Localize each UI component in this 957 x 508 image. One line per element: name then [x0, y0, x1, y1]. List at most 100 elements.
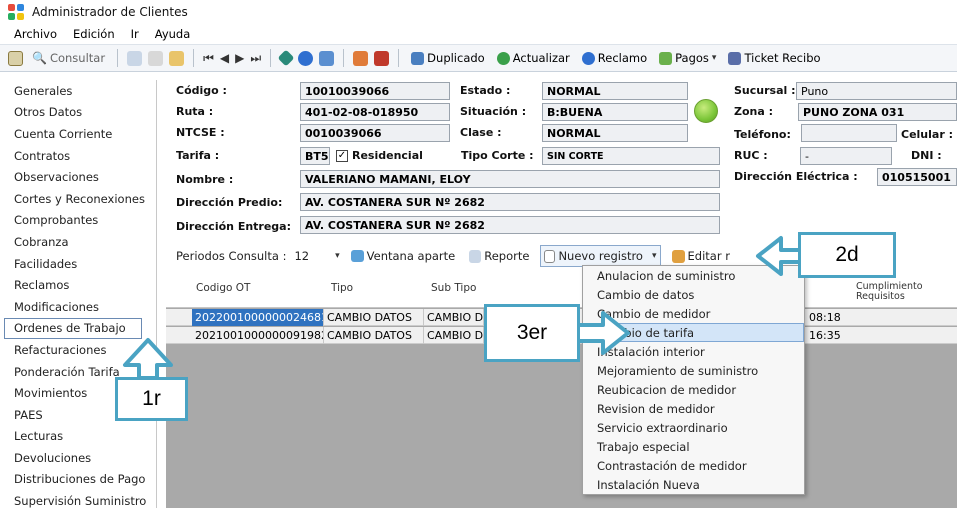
- nombre-label: Nombre :: [176, 173, 234, 186]
- sidebar-item-cobranza[interactable]: Cobranza: [0, 231, 156, 253]
- callout-1r-text: 1r: [142, 387, 161, 410]
- sidebar-item-observaciones[interactable]: Observaciones: [0, 166, 156, 188]
- cell-tipo[interactable]: CAMBIO DATOS: [324, 309, 424, 326]
- editar-button[interactable]: Editar r: [669, 245, 733, 267]
- sidebar-item-lecturas[interactable]: Lecturas: [0, 426, 156, 448]
- cell-sub-tipo[interactable]: CAMBIO D: [424, 309, 484, 326]
- menu-ir[interactable]: Ir: [131, 27, 139, 41]
- menu-item-mejoramiento[interactable]: Mejoramiento de suministro: [583, 361, 804, 380]
- menu-item-contrastacion[interactable]: Contrastación de medidor: [583, 456, 804, 475]
- cell-hora[interactable]: 16:35: [806, 327, 846, 344]
- last-record-icon[interactable]: ⏭: [250, 51, 261, 66]
- sidebar-item-ordenes-de-trabajo[interactable]: Ordenes de Trabajo: [4, 317, 142, 340]
- reclamo-button[interactable]: Reclamo: [579, 47, 650, 69]
- search-icon: 🔍: [32, 51, 47, 65]
- sidebar-item-contratos[interactable]: Contratos: [0, 145, 156, 167]
- sidebar-item-supervision[interactable]: Supervisión Suministro: [0, 490, 156, 508]
- periodos-chevron-down-icon[interactable]: ▾: [335, 251, 340, 261]
- sidebar-item-comprobantes[interactable]: Comprobantes: [0, 210, 156, 232]
- clase-field[interactable]: NORMAL: [542, 124, 688, 142]
- menu-item-instalacion-nueva[interactable]: Instalación Nueva: [583, 475, 804, 494]
- ruc-field[interactable]: -: [800, 147, 892, 165]
- menu-item-instalacion-interior[interactable]: Instalación interior: [583, 342, 804, 361]
- ruta-field[interactable]: 401-02-08-018950: [300, 103, 450, 121]
- paste-icon[interactable]: [169, 50, 185, 66]
- pagos-button[interactable]: Pagos ▾: [656, 47, 719, 69]
- estado-field[interactable]: NORMAL: [542, 82, 688, 100]
- menu-item-trabajo-especial[interactable]: Trabajo especial: [583, 437, 804, 456]
- celular-label: Celular :: [901, 128, 953, 141]
- sidebar-item-generales[interactable]: Generales: [0, 80, 156, 102]
- sidebar-item-facilidades[interactable]: Facilidades: [0, 253, 156, 275]
- zona-field[interactable]: PUNO ZONA 031: [798, 103, 957, 121]
- header-codigo-ot[interactable]: Codigo OT: [196, 282, 250, 294]
- telefono-field[interactable]: [801, 124, 897, 142]
- tag-icon[interactable]: [277, 49, 295, 67]
- sidebar-item-reclamos[interactable]: Reclamos: [0, 274, 156, 296]
- menu-item-cambio-tarifa[interactable]: Cambio de tarifa: [583, 323, 804, 342]
- sidebar-item-otros-datos[interactable]: Otros Datos: [0, 102, 156, 124]
- ntcse-field[interactable]: 0010039066: [300, 124, 450, 142]
- tarifa-field[interactable]: BT5: [300, 147, 330, 165]
- header-cumplimiento[interactable]: Cumplimiento Requisitos: [856, 282, 936, 302]
- export-icon[interactable]: [353, 50, 369, 66]
- sidebar-item-modificaciones[interactable]: Modificaciones: [0, 296, 156, 318]
- header-sub-tipo[interactable]: Sub Tipo: [431, 282, 476, 294]
- new-document-icon: [544, 249, 556, 263]
- next-record-icon[interactable]: ▶: [235, 51, 244, 65]
- cell-tipo[interactable]: CAMBIO DATOS: [324, 327, 424, 344]
- sidebar-item-distribuciones[interactable]: Distribuciones de Pago: [0, 469, 156, 491]
- previous-record-icon[interactable]: ◀: [220, 51, 229, 65]
- nombre-field[interactable]: VALERIANO MAMANI, ELOY: [300, 170, 720, 188]
- app-icon: [8, 4, 24, 20]
- duplicado-button[interactable]: Duplicado: [408, 47, 488, 69]
- menu-item-reubicacion[interactable]: Reubicacion de medidor: [583, 380, 804, 399]
- menu-edicion[interactable]: Edición: [73, 27, 115, 41]
- actualizar-button[interactable]: Actualizar: [494, 47, 573, 69]
- header-tipo[interactable]: Tipo: [331, 282, 353, 294]
- menu-archivo[interactable]: Archivo: [14, 27, 57, 41]
- cut-icon[interactable]: [148, 50, 164, 66]
- direccion-predio-field[interactable]: AV. COSTANERA SUR Nº 2682: [300, 193, 720, 211]
- ventana-aparte-button[interactable]: Ventana aparte: [348, 245, 459, 267]
- menu-item-anulacion[interactable]: Anulacion de suministro: [583, 266, 804, 285]
- reclamo-label: Reclamo: [597, 51, 648, 65]
- menu-ayuda[interactable]: Ayuda: [155, 27, 191, 41]
- cell-codigo-ot[interactable]: 20220010000000246819: [192, 309, 324, 326]
- flag-icon[interactable]: [374, 50, 390, 66]
- sucursal-field[interactable]: Puno: [796, 82, 957, 100]
- menu-item-revision[interactable]: Revision de medidor: [583, 399, 804, 418]
- codigo-label: Código :: [176, 84, 227, 97]
- residencial-checkbox[interactable]: ✓: [336, 150, 348, 162]
- status-light-icon: [694, 99, 718, 123]
- situacion-field[interactable]: B:BUENA: [542, 103, 688, 121]
- periodos-select[interactable]: 12: [294, 249, 309, 263]
- cell-codigo-ot[interactable]: 20210010000000919826: [192, 327, 324, 344]
- direccion-electrica-field[interactable]: 010515001: [877, 168, 957, 186]
- users-icon: [581, 51, 595, 65]
- direccion-entrega-field[interactable]: AV. COSTANERA SUR Nº 2682: [300, 216, 720, 234]
- sidebar-item-cortes[interactable]: Cortes y Reconexiones: [0, 188, 156, 210]
- first-record-icon[interactable]: ⏮: [203, 51, 214, 66]
- consultar-button[interactable]: 🔍 Consultar: [29, 47, 108, 69]
- reporte-button[interactable]: Reporte: [466, 245, 532, 267]
- help-icon[interactable]: [298, 50, 314, 66]
- ntcse-label: NTCSE :: [176, 126, 225, 139]
- sidebar-item-cuenta-corriente[interactable]: Cuenta Corriente: [0, 123, 156, 145]
- calculator-icon[interactable]: [8, 50, 23, 66]
- calendar-icon[interactable]: [319, 50, 335, 66]
- cell-sub-tipo[interactable]: CAMBIO D: [424, 327, 484, 344]
- tipo-corte-field[interactable]: SIN CORTE: [542, 147, 720, 165]
- ticket-button[interactable]: Ticket Recibo: [725, 47, 823, 69]
- copy-icon[interactable]: [127, 50, 143, 66]
- menu-item-cambio-medidor[interactable]: Cambio de medidor: [583, 304, 804, 323]
- duplicate-icon: [411, 51, 425, 65]
- nuevo-registro-button[interactable]: Nuevo registro ▾: [540, 245, 661, 267]
- ruc-label: RUC :: [734, 149, 768, 162]
- codigo-field[interactable]: 10010039066: [300, 82, 450, 100]
- sidebar-item-devoluciones[interactable]: Devoluciones: [0, 447, 156, 469]
- sidebar-item-refacturaciones[interactable]: Refacturaciones: [0, 339, 156, 361]
- cell-hora[interactable]: 08:18: [806, 309, 846, 326]
- menu-item-servicio[interactable]: Servicio extraordinario: [583, 418, 804, 437]
- menu-item-cambio-datos[interactable]: Cambio de datos: [583, 285, 804, 304]
